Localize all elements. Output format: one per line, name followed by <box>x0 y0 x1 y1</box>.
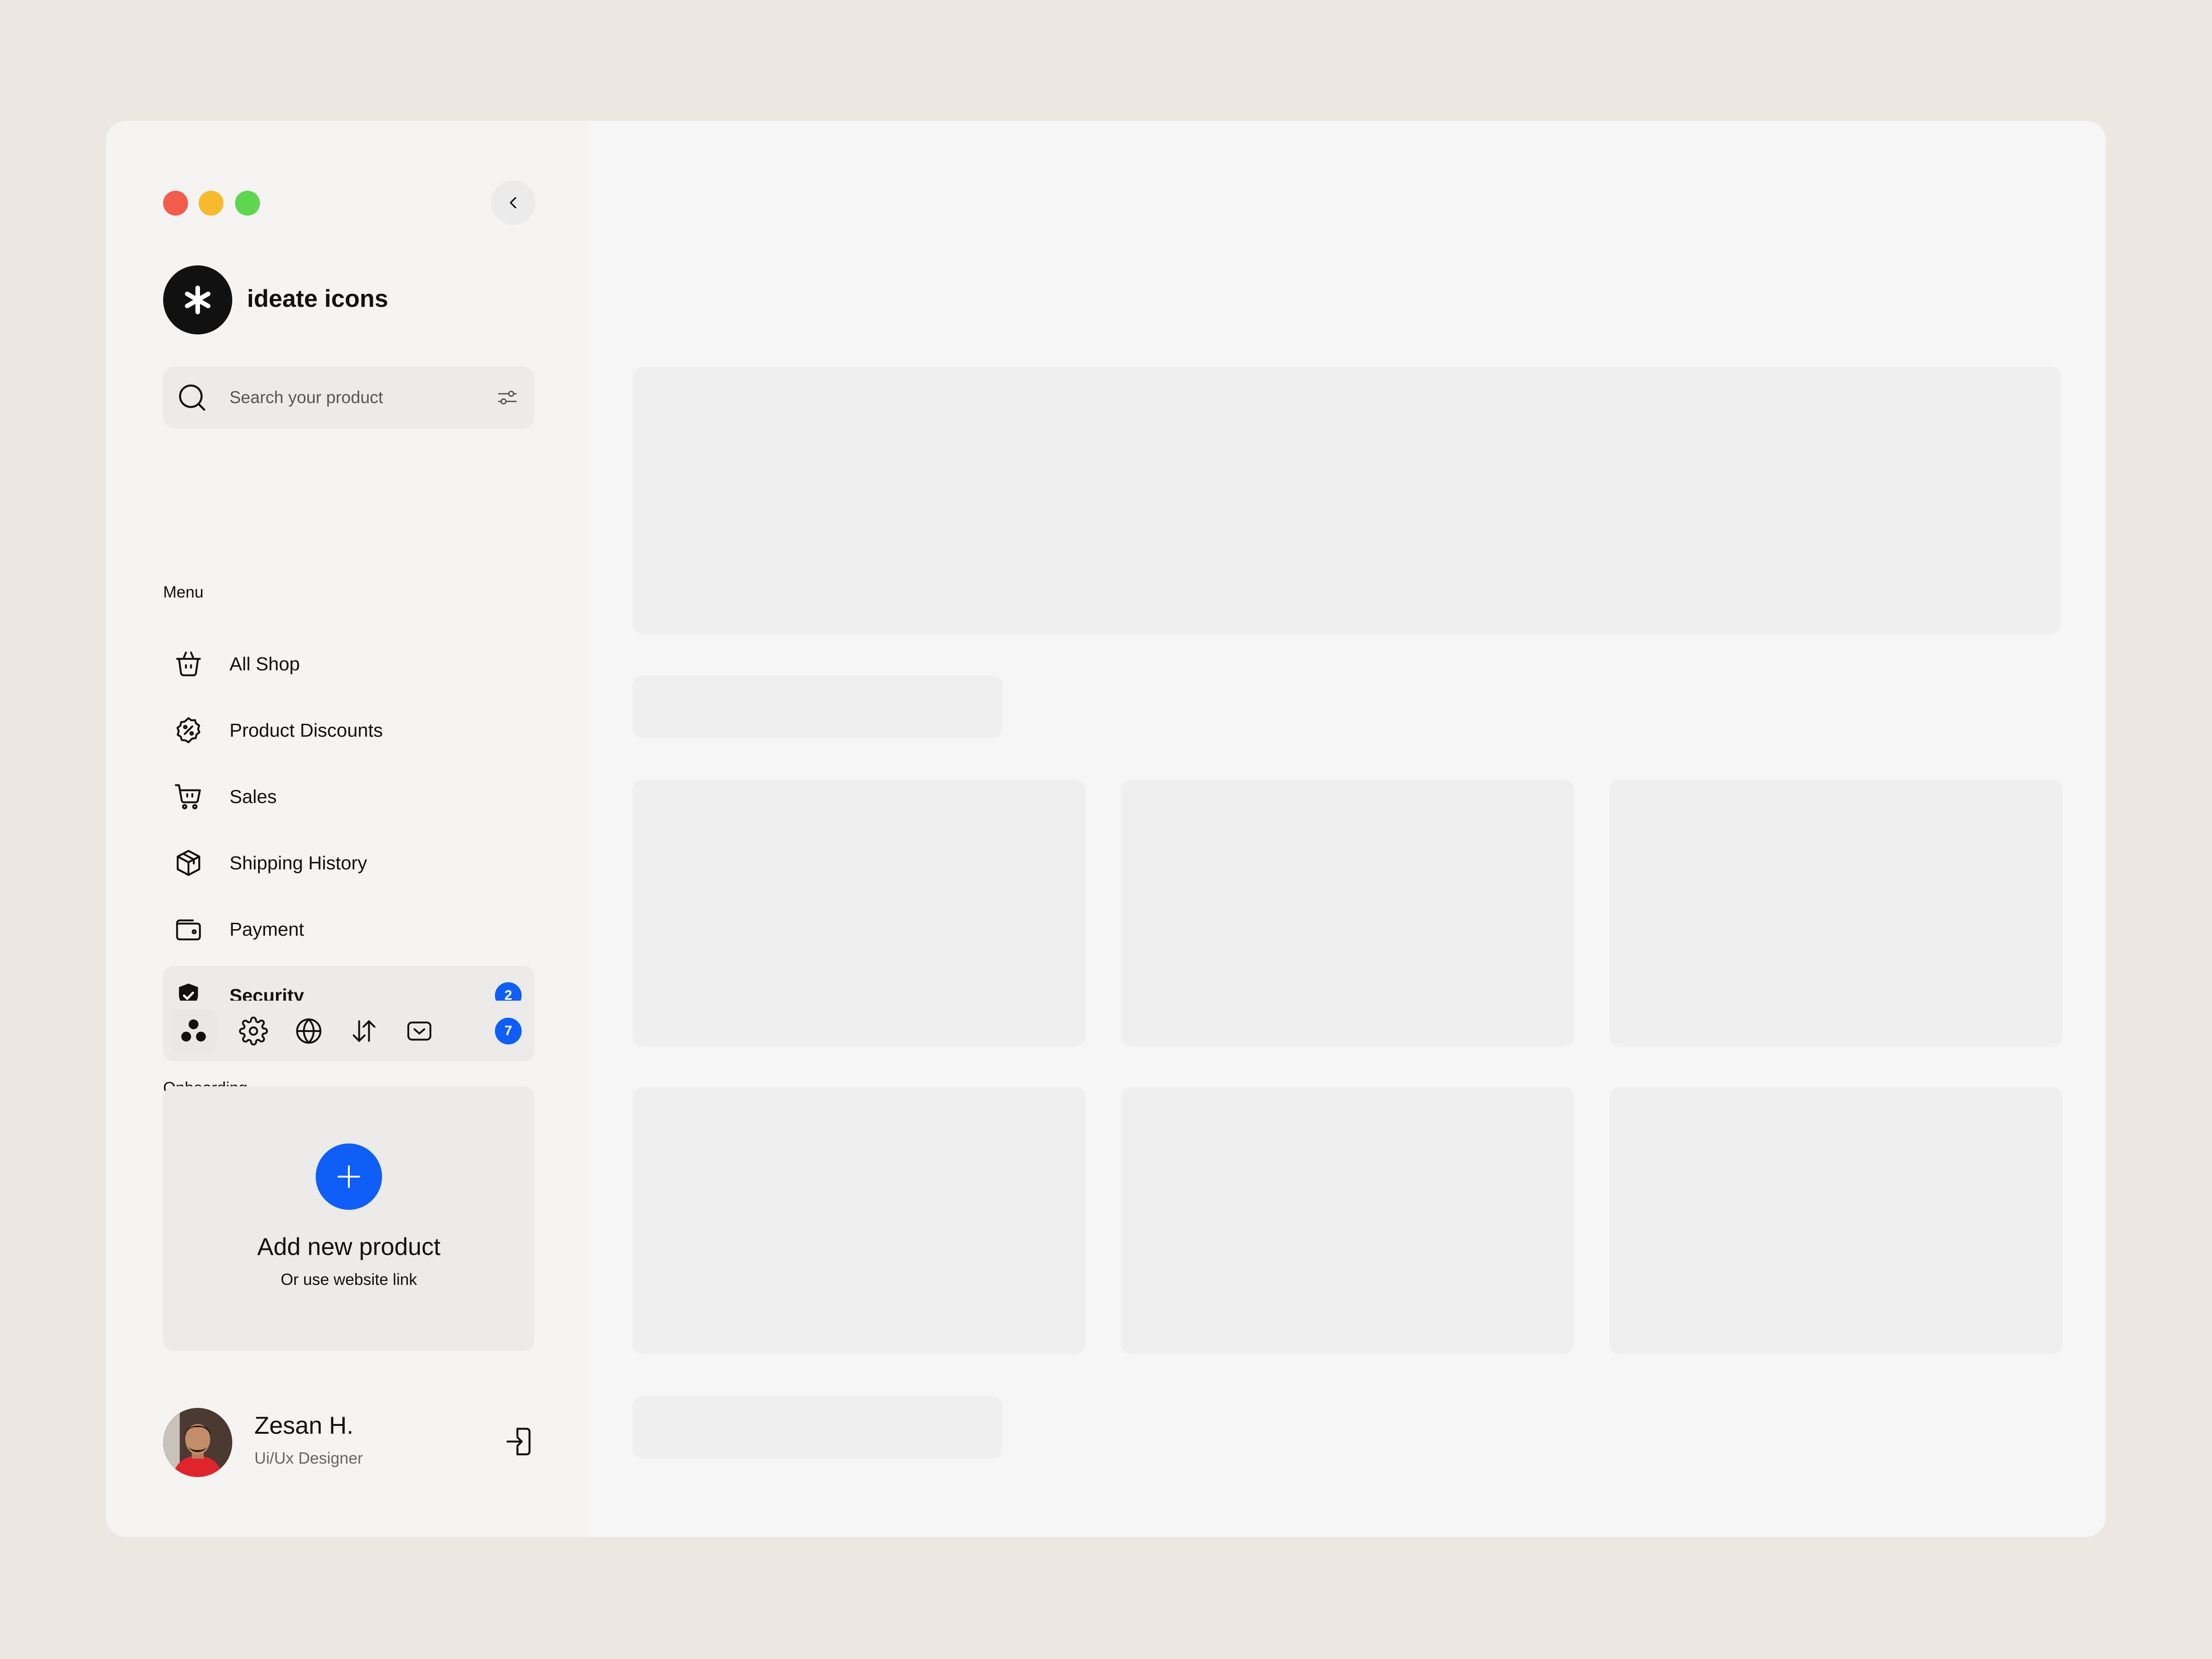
brand-logo <box>163 265 232 334</box>
dots-cluster-icon <box>181 1019 206 1042</box>
section-title-placeholder <box>632 675 1003 738</box>
inbox-icon[interactable] <box>405 1016 434 1046</box>
collapse-sidebar-button[interactable] <box>491 181 535 225</box>
sidebar: ideate icons Menu All Shop Product Dis <box>106 121 590 1537</box>
card-placeholder <box>632 780 1086 1047</box>
sidebar-item-sales[interactable]: Sales <box>163 767 535 827</box>
onboarding-count-badge: 7 <box>495 1018 522 1044</box>
sidebar-item-all-shop[interactable]: All Shop <box>163 634 535 694</box>
search-input[interactable] <box>229 385 478 410</box>
card-placeholder <box>1609 780 2063 1047</box>
card-placeholder <box>1609 1087 2063 1354</box>
gear-icon[interactable] <box>239 1016 268 1046</box>
box-icon <box>176 850 200 876</box>
sidebar-item-shipping-history[interactable]: Shipping History <box>163 833 535 893</box>
window-close-button[interactable] <box>163 191 188 216</box>
onboarding-toolbar: 7 <box>163 1001 535 1061</box>
asterisk-icon <box>185 285 211 315</box>
window-zoom-button[interactable] <box>235 191 260 216</box>
discount-badge-icon <box>176 717 200 744</box>
sidebar-item-label: Payment <box>229 919 304 940</box>
plus-icon <box>337 1165 360 1188</box>
sliders-icon[interactable] <box>496 386 519 409</box>
user-role: Ui/Ux Designer <box>254 1449 363 1467</box>
add-product-card: Add new product Or use website link <box>163 1086 535 1351</box>
sidebar-item-label: Product Discounts <box>229 720 383 741</box>
card-placeholder <box>1121 1087 1574 1354</box>
basket-icon <box>176 651 201 676</box>
logout-icon[interactable] <box>503 1425 537 1459</box>
onboarding-item-cluster[interactable] <box>171 1009 217 1053</box>
user-name: Zesan H. <box>254 1412 354 1439</box>
avatar[interactable] <box>163 1408 232 1477</box>
search-icon <box>179 384 206 411</box>
sidebar-item-product-discounts[interactable]: Product Discounts <box>163 700 535 760</box>
brand-name: ideate icons <box>247 285 388 312</box>
user-photo <box>163 1408 232 1477</box>
add-product-button[interactable] <box>316 1143 382 1210</box>
search-bar <box>163 367 535 428</box>
sidebar-item-label: Sales <box>229 786 277 807</box>
chevron-left-icon <box>510 197 517 209</box>
wallet-icon <box>176 919 201 941</box>
sidebar-item-payment[interactable]: Payment <box>163 899 535 959</box>
footer-placeholder <box>632 1396 1003 1459</box>
banner-placeholder <box>632 367 2061 634</box>
card-placeholder <box>1121 780 1574 1047</box>
sort-arrows-icon[interactable] <box>349 1016 379 1046</box>
app-window: ideate icons Menu All Shop Product Dis <box>106 121 2106 1537</box>
sidebar-item-label: All Shop <box>229 653 300 674</box>
sidebar-item-label: Shipping History <box>229 852 367 873</box>
window-minimize-button[interactable] <box>199 191 224 216</box>
add-product-subtitle[interactable]: Or use website link <box>163 1270 535 1290</box>
menu-section-label: Menu <box>163 583 204 601</box>
add-product-title: Add new product <box>257 1233 441 1260</box>
card-placeholder <box>632 1087 1086 1354</box>
cart-icon <box>175 784 201 809</box>
globe-icon[interactable] <box>294 1016 324 1046</box>
